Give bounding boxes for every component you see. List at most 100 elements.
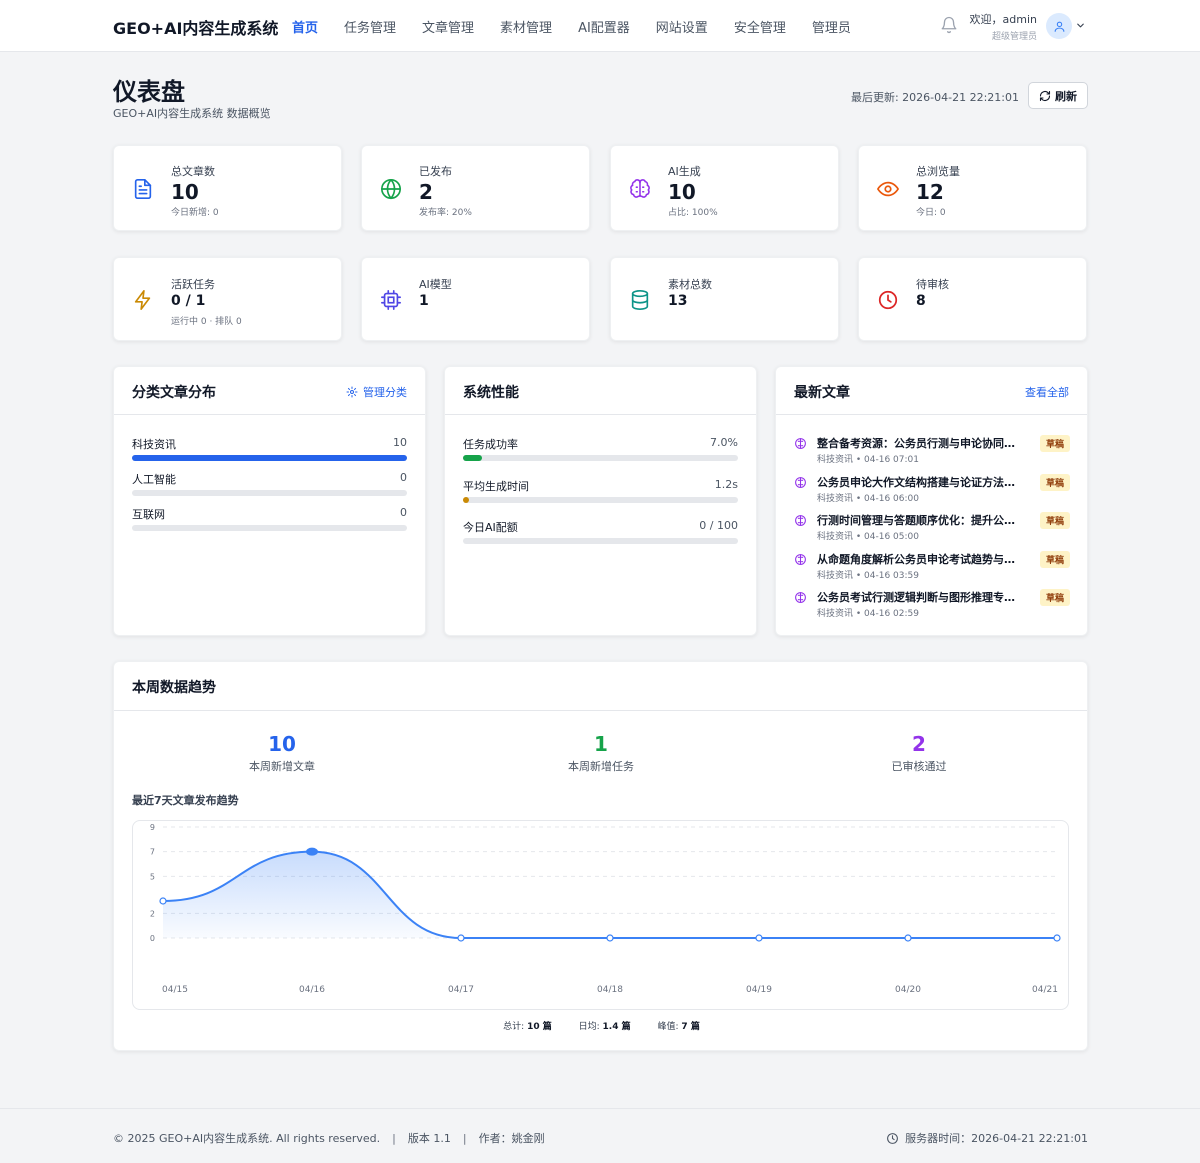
nav-articles[interactable]: 文章管理 (422, 17, 474, 36)
stat-value: 10 (171, 180, 199, 204)
clock-icon (887, 1132, 899, 1144)
footer-info: © 2025 GEO+AI内容生成系统. All rights reserved… (113, 1130, 545, 1146)
manage-categories-link[interactable]: 管理分类 (346, 384, 407, 400)
stat-card-pending-review: 待审核 8 (858, 257, 1087, 341)
data-point (606, 934, 614, 942)
article-title: 公务员考试行测逻辑判断与图形推理专项突破 (817, 591, 1022, 604)
x-tick-label: 04/16 (299, 985, 325, 995)
stat-card-materials: 素材总数 13 (610, 257, 839, 341)
refresh-icon (1039, 90, 1051, 101)
stat-value: 8 (916, 293, 926, 309)
stat-label: 总文章数 (171, 165, 215, 178)
database-icon (631, 290, 649, 310)
panel-title: 分类文章分布 (132, 385, 216, 401)
performance-label: 平均生成时间 (463, 480, 529, 493)
category-distribution-panel: 分类文章分布 管理分类 科技资讯 10 人工智能 0 互联网 0 (113, 366, 426, 636)
stat-label: 已发布 (419, 165, 452, 178)
category-row: 人工智能 0 (132, 471, 407, 496)
nav-site-settings[interactable]: 网站设置 (656, 17, 708, 36)
y-tick-label: 5 (150, 872, 155, 881)
brand-title[interactable]: GEO+AI内容生成系统 (113, 15, 278, 39)
article-meta: 科技资讯 • 04-16 02:59 (817, 609, 919, 619)
area-fill (163, 851, 1057, 938)
nav-materials[interactable]: 素材管理 (500, 17, 552, 36)
stat-sub: 占比: 100% (668, 208, 718, 218)
globe-icon (381, 179, 401, 200)
panel-title: 系统性能 (463, 385, 519, 401)
category-label: 科技资讯 (132, 438, 176, 451)
latest-articles-panel: 最新文章 查看全部 整合备考资源：公务员行测与申论协同备考策略 科技资讯 • 0… (775, 366, 1088, 636)
panel-header: 本周数据趋势 (114, 662, 1087, 711)
article-meta: 科技资讯 • 04-16 06:00 (817, 494, 919, 504)
nav-ai-config[interactable]: AI配置器 (578, 17, 630, 36)
view-all-link[interactable]: 查看全部 (1025, 384, 1069, 400)
progress-track (463, 497, 738, 503)
panel-header: 分类文章分布 管理分类 (114, 367, 425, 415)
avatar[interactable] (1046, 13, 1072, 39)
status-badge: 草稿 (1039, 435, 1070, 452)
chart-summary: 总计: 10 篇 日均: 1.4 篇 峰值: 7 篇 (114, 1019, 1089, 1032)
category-row: 互联网 0 (132, 506, 407, 531)
x-tick-label: 04/17 (448, 985, 474, 995)
author: 作者：姚金刚 (478, 1132, 545, 1145)
cpu-icon (381, 290, 401, 310)
nav-security[interactable]: 安全管理 (734, 17, 786, 36)
brain-icon (795, 592, 806, 603)
nav-tasks[interactable]: 任务管理 (344, 17, 396, 36)
footer: © 2025 GEO+AI内容生成系统. All rights reserved… (0, 1108, 1200, 1163)
progress-track (132, 455, 407, 461)
article-item[interactable]: 从命题角度解析公务员申论考试趋势与应对 科技资讯 • 04-16 03:59 草… (794, 551, 1070, 583)
chevron-down-icon[interactable] (1075, 20, 1086, 31)
panel-header: 系统性能 (445, 367, 756, 415)
performance-value: 0 / 100 (699, 519, 738, 532)
server-time: 服务器时间：2026-04-21 22:21:01 (886, 1130, 1088, 1146)
stat-card-published: 已发布 2 发布率: 20% (361, 145, 590, 231)
x-tick-label: 04/19 (746, 985, 772, 995)
article-item[interactable]: 整合备考资源：公务员行测与申论协同备考策略 科技资讯 • 04-16 07:01… (794, 435, 1070, 467)
refresh-label: 刷新 (1055, 89, 1077, 103)
summary-total-value: 10 篇 (527, 1022, 552, 1032)
progress-track (132, 490, 407, 496)
article-title: 行测时间管理与答题顺序优化：提升公考效率 (817, 514, 1022, 527)
article-meta: 科技资讯 • 04-16 03:59 (817, 571, 919, 581)
performance-value: 7.0% (710, 436, 738, 449)
panel-title: 本周数据趋势 (132, 680, 216, 696)
lightning-icon (134, 290, 151, 310)
bell-icon[interactable] (940, 16, 958, 34)
brain-icon (630, 179, 650, 198)
summary-peak: 峰值: 7 篇 (658, 1022, 700, 1032)
weekly-trend-panel: 本周数据趋势 10 本周新增文章 1 本周新增任务 2 已审核通过 最近7天文章… (113, 661, 1088, 1051)
nav-admins[interactable]: 管理员 (812, 17, 851, 36)
kpi-value: 10 (268, 732, 296, 756)
stat-value: 12 (916, 180, 944, 204)
separator: | (392, 1132, 396, 1145)
y-tick-label: 7 (150, 848, 155, 857)
gear-icon (346, 386, 358, 398)
user-info[interactable]: 欢迎，admin 超级管理员 (965, 11, 1037, 42)
stat-label: 待审核 (916, 278, 949, 291)
stat-card-total-views: 总浏览量 12 今日: 0 (858, 145, 1087, 231)
data-point (159, 897, 167, 905)
kpi-value: 2 (912, 732, 926, 756)
article-item[interactable]: 公务员考试行测逻辑判断与图形推理专项突破 科技资讯 • 04-16 02:59 … (794, 589, 1070, 621)
nav-home[interactable]: 首页 (292, 17, 318, 36)
summary-avg-label: 日均: (578, 1022, 600, 1032)
article-item[interactable]: 行测时间管理与答题顺序优化：提升公考效率 科技资讯 • 04-16 05:00 … (794, 512, 1070, 544)
progress-fill (463, 497, 469, 503)
top-navbar: GEO+AI内容生成系统 首页 任务管理 文章管理 素材管理 AI配置器 网站设… (0, 0, 1200, 52)
status-badge: 草稿 (1039, 589, 1070, 606)
stat-value: 10 (668, 180, 696, 204)
stat-sub: 今日: 0 (916, 208, 946, 218)
article-item[interactable]: 公务员申论大作文结构搭建与论证方法解析 科技资讯 • 04-16 06:00 草… (794, 474, 1070, 506)
performance-row: 今日AI配额 0 / 100 (463, 519, 738, 544)
system-performance-panel: 系统性能 任务成功率 7.0% 平均生成时间 1.2s 今日AI配额 0 / 1… (444, 366, 757, 636)
performance-value: 1.2s (714, 478, 738, 491)
brain-icon (795, 477, 806, 488)
data-point (1053, 934, 1061, 942)
page-subtitle: GEO+AI内容生成系统 数据概览 (113, 107, 271, 120)
kpi-new-articles: 10 本周新增文章 (182, 732, 382, 774)
kpi-approved: 2 已审核通过 (819, 732, 1019, 774)
refresh-button[interactable]: 刷新 (1028, 82, 1088, 109)
status-badge: 草稿 (1039, 512, 1070, 529)
stat-card-ai-generated: AI生成 10 占比: 100% (610, 145, 839, 231)
